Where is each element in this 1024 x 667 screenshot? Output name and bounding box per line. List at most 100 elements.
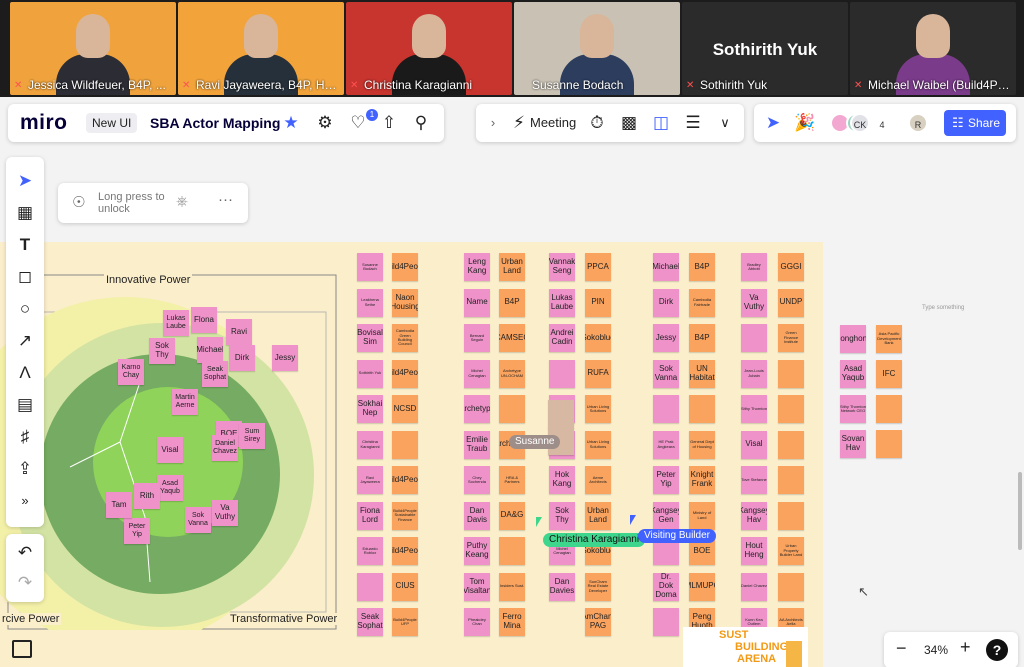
sticky-note[interactable]: Sokoblue (585, 324, 611, 352)
zoom-in-button[interactable]: + (960, 637, 971, 658)
share-button[interactable]: ☷ Share (944, 110, 1006, 136)
sticky-note[interactable] (778, 359, 804, 388)
sticky-note[interactable]: Name (464, 288, 490, 317)
sticky-note[interactable] (499, 395, 525, 423)
diagram-sticky-note[interactable]: Sok Thy (149, 338, 175, 364)
video-tile[interactable]: Sothirith Yuk ✕ Sothirith Yuk (682, 2, 848, 95)
star-icon[interactable]: ★ (280, 112, 302, 134)
sticky-note[interactable]: NCSD (392, 395, 418, 423)
sticky-note[interactable]: Urban Living Solutions (585, 395, 611, 423)
sticky-note[interactable]: Bernard Seguin (464, 324, 490, 352)
diagram-sticky-note[interactable]: Daniel Chavez (212, 435, 238, 461)
sticky-note-icon[interactable]: ◻ (14, 266, 36, 288)
diagram-sticky-note[interactable]: Dirk (229, 345, 255, 371)
sticky-note[interactable]: Honghong (840, 325, 866, 353)
sticky-note[interactable]: Build4People (392, 359, 418, 388)
shapes-icon[interactable]: ○ (14, 298, 36, 320)
sticky-note[interactable]: Asia Pacific Development Bank (876, 325, 902, 353)
sticky-note[interactable]: CIUS (392, 572, 418, 601)
chevron-right-icon[interactable]: › (482, 112, 504, 134)
sticky-note[interactable]: Build4People UFP (392, 608, 418, 636)
notes-icon[interactable]: ☰ (682, 112, 704, 134)
sticky-note[interactable]: Urban Living Solutions (585, 430, 611, 459)
sticky-note[interactable]: Eduardo Roblox (357, 537, 383, 565)
more-chevron-down-icon[interactable]: ∨ (714, 112, 736, 134)
lock-icon[interactable]: ☉ (72, 193, 85, 211)
text-tool-icon[interactable]: T (14, 234, 36, 256)
diagram-sticky-note[interactable]: Lukas Laube (163, 310, 189, 336)
sticky-note[interactable]: Peter Yip (653, 466, 679, 494)
sticky-note[interactable]: Dirk (653, 288, 679, 317)
sticky-note[interactable]: RUFA (585, 359, 611, 388)
sticky-note[interactable] (778, 501, 804, 530)
sticky-note[interactable]: Sithy Thornton (741, 395, 767, 423)
sticky-note[interactable]: Dan Davies (549, 572, 575, 601)
my-avatar[interactable]: R (908, 113, 928, 133)
miro-logo[interactable]: miro (20, 111, 68, 135)
sticky-note[interactable]: Christina Karagianni (357, 430, 383, 459)
diagram-sticky-note[interactable]: Visal (157, 437, 183, 463)
sticky-note[interactable]: MLMUPC (689, 572, 715, 601)
sticky-note[interactable]: HE Prak Angkeara (653, 430, 679, 459)
video-tile[interactable]: ✕ Christina Karagianni (346, 2, 512, 95)
sticky-note[interactable]: Sok Vanna (653, 359, 679, 388)
upload-icon[interactable]: ⇪ (14, 458, 36, 480)
lock-hint[interactable]: Long press to unlock (98, 191, 168, 215)
sticky-note[interactable]: Jessy (653, 324, 679, 352)
presentation-icon[interactable]: ◫ (650, 112, 672, 134)
sticky-note[interactable]: Vannak Seng (549, 253, 575, 281)
select-cursor-icon[interactable]: ➤ (14, 170, 36, 192)
sticky-note[interactable]: Fiona Lord (357, 501, 383, 530)
panel-toggle-icon[interactable] (12, 640, 32, 658)
collaborator-avatar[interactable]: 4 (872, 113, 892, 133)
frame-icon[interactable]: ♯ (14, 426, 36, 448)
search-icon[interactable]: ⚲ (410, 112, 432, 134)
sticky-note[interactable] (653, 608, 679, 636)
sticky-note[interactable]: Lukas Laube (549, 288, 575, 317)
sticky-note[interactable]: Sothirith Yuk (357, 359, 383, 388)
sticky-note[interactable]: Emilie Traub (464, 430, 490, 459)
sticky-note[interactable]: Urban Land (499, 253, 525, 281)
sticky-note[interactable]: SunCham Real Estate Developer (585, 572, 611, 601)
sticky-note[interactable]: Archetype (464, 395, 490, 423)
sticky-note[interactable]: Build4People (392, 253, 418, 281)
zoom-out-button[interactable]: − (896, 638, 907, 659)
sticky-note[interactable]: PPCA (585, 253, 611, 281)
sticky-note[interactable]: PIN (585, 288, 611, 317)
sticky-note[interactable]: Green Finance Institute (778, 324, 804, 352)
diagram-sticky-note[interactable]: Rith (134, 483, 160, 509)
lock-shield-icon[interactable]: ⎈ (176, 193, 188, 210)
diagram-sticky-note[interactable]: Flona (191, 307, 217, 333)
sticky-note[interactable] (778, 572, 804, 601)
diagram-sticky-note[interactable]: Seak Sophat (202, 361, 228, 387)
comment-icon[interactable]: ▤ (14, 394, 36, 416)
sticky-note[interactable]: Build4People Sustainable Finance (392, 501, 418, 530)
sticky-note[interactable]: Ministry of Land (689, 501, 715, 530)
sticky-note[interactable] (876, 430, 902, 458)
diagram-sticky-note[interactable]: Tam (106, 492, 132, 518)
sticky-note[interactable]: Kangsey Gen (653, 501, 679, 530)
sticky-note[interactable]: Archetype UN-OCHAM (499, 359, 525, 388)
redo-icon[interactable]: ↷ (14, 572, 36, 594)
sticky-note[interactable]: B4P (689, 253, 715, 281)
more-options-icon[interactable]: ··· (218, 191, 233, 208)
diagram-sticky-note[interactable]: Sok Vanna (185, 507, 211, 533)
sticky-note[interactable]: Bradley Abbott (741, 253, 767, 281)
sticky-note[interactable]: Leakhena Sethe (357, 288, 383, 317)
sticky-note[interactable]: Tove Stefanne (741, 466, 767, 494)
sticky-note-selected[interactable] (548, 400, 574, 428)
sticky-note[interactable]: AmCham PAG (585, 608, 611, 636)
sticky-note[interactable] (499, 537, 525, 565)
video-tile[interactable]: ✕ Ravi Jayaweera, B4P, Ham... (178, 2, 344, 95)
sticky-note[interactable]: Ferro Mina (499, 608, 525, 636)
sticky-note[interactable]: Pheakdey Chan (464, 608, 490, 636)
sticky-note[interactable]: Hok Kang (549, 466, 575, 494)
diagram-sticky-note[interactable]: Jessy (272, 345, 298, 371)
templates-icon[interactable]: ▦ (14, 202, 36, 224)
voting-card-icon[interactable]: ▩ (618, 112, 640, 134)
settings-gear-icon[interactable]: ⚙ (314, 112, 336, 134)
new-ui-badge[interactable]: New UI (86, 113, 138, 133)
pen-icon[interactable]: Λ (14, 362, 36, 384)
sticky-note[interactable]: Urban Land (585, 501, 611, 530)
board-title[interactable]: SBA Actor Mapping (150, 115, 280, 131)
